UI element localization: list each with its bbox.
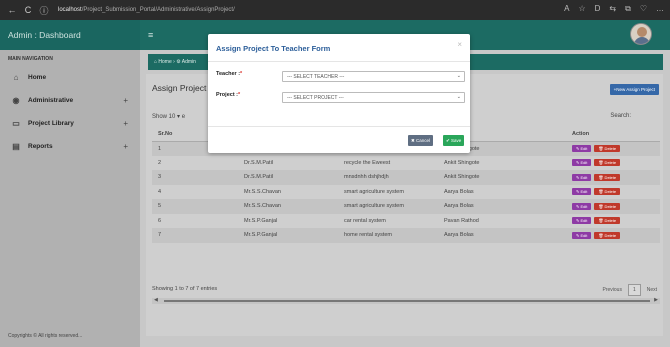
modal-footer-divider [208,126,470,127]
assign-project-modal: Assign Project To Teacher Form × Teacher… [208,34,470,153]
project-select-value: --- SELECT PROJECT --- [287,94,344,101]
required-mark: * [238,92,241,98]
info-icon[interactable]: ⓘ [38,4,50,16]
cancel-button[interactable]: ✖ Cancel [408,135,434,146]
read-aloud-icon[interactable]: A [564,4,569,14]
close-icon[interactable]: × [457,40,462,49]
reload-icon[interactable]: C [22,4,34,16]
teacher-label-text: Teacher : [216,71,241,77]
browser-actions: A ☆ D ⇆ ⧉ ♡ … [564,4,664,14]
collections-icon[interactable]: ⧉ [625,4,631,14]
browser-toolbar: ← C ⓘ localhost/Project_Submission_Porta… [0,0,670,20]
extension-icon[interactable]: D [595,4,601,14]
project-label: Project :* [216,92,240,98]
more-icon[interactable]: … [656,4,664,14]
required-mark: * [240,71,243,77]
url-host: localhost [58,7,82,13]
modal-divider [208,61,470,62]
teacher-select[interactable]: --- SELECT TEACHER --- ⌄ [282,71,465,82]
teacher-label: Teacher :* [216,71,242,77]
browser-essentials-icon[interactable]: ♡ [640,4,647,14]
project-select[interactable]: --- SELECT PROJECT --- ⌄ [282,92,465,103]
save-button[interactable]: ✔ Save [443,135,465,146]
favorite-icon[interactable]: ☆ [578,4,585,14]
teacher-select-value: --- SELECT TEACHER --- [287,73,345,80]
chevron-down-icon: ⌄ [456,73,461,79]
address-bar[interactable]: localhost/Project_Submission_Portal/Admi… [58,3,235,17]
modal-title: Assign Project To Teacher Form [216,44,331,53]
project-label-text: Project : [216,92,239,98]
url-path: /Project_Submission_Portal/Administrativ… [81,7,235,13]
chevron-down-icon: ⌄ [456,94,461,100]
split-screen-icon[interactable]: ⇆ [609,4,616,14]
back-icon[interactable]: ← [6,4,18,16]
